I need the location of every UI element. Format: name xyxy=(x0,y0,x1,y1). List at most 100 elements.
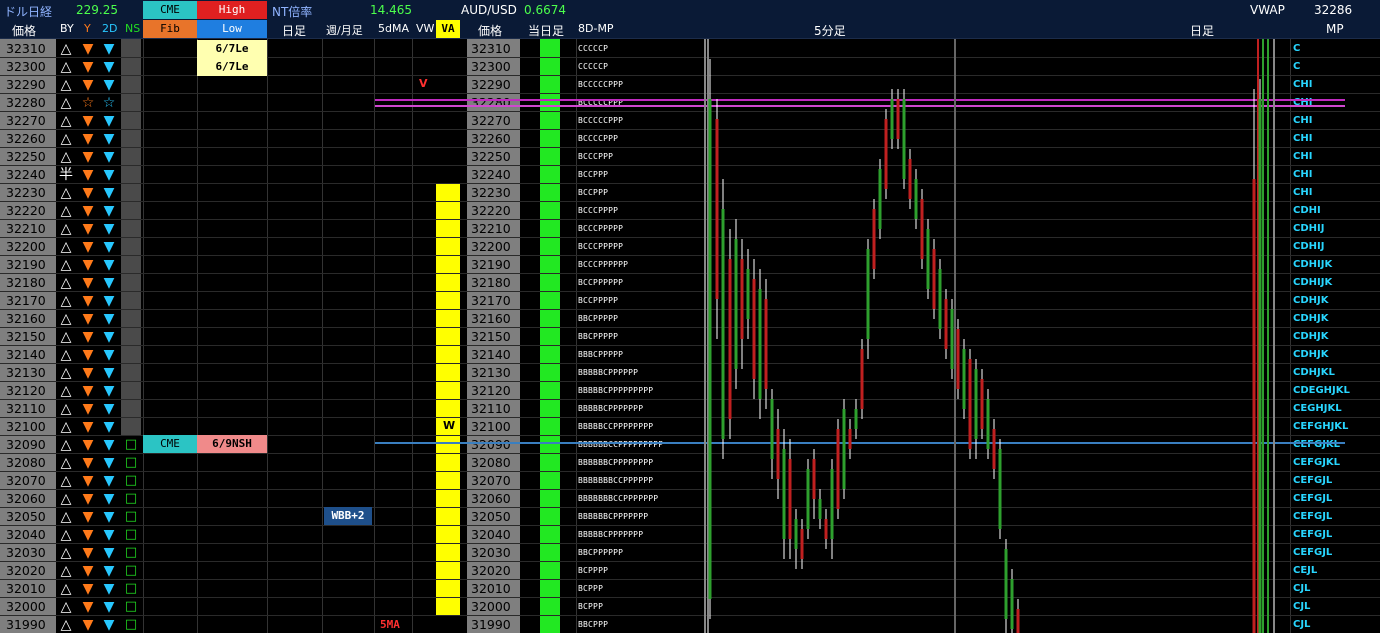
by-marker: △ xyxy=(60,347,72,363)
price-cell: 32090 xyxy=(6,437,46,452)
tag-6-9nsh: 6/9NSH xyxy=(197,435,267,453)
two-day-marker: ▼ xyxy=(103,401,115,417)
by-marker: △ xyxy=(60,491,72,507)
y-marker: ▼ xyxy=(82,257,94,273)
col-header-price2: 価格 xyxy=(478,24,503,38)
by-marker: △ xyxy=(60,473,72,489)
price-cell: 32200 xyxy=(6,239,46,254)
ns-marker: □ xyxy=(124,509,138,524)
col-header-2d: 2D xyxy=(102,22,118,35)
market-profile-8d: BCCPPP xyxy=(578,170,609,179)
low-tag: Low xyxy=(197,20,267,38)
by-marker: △ xyxy=(60,311,72,327)
price-cell-right: 32160 xyxy=(471,311,511,326)
by-marker: △ xyxy=(60,131,72,147)
five-minute-chart xyxy=(704,39,1275,633)
price-cell: 32080 xyxy=(6,455,46,470)
y-marker: ▼ xyxy=(82,401,94,417)
col-header-today: 当日足 xyxy=(528,24,565,38)
high-tag: High xyxy=(197,1,267,19)
y-marker: ▼ xyxy=(82,527,94,543)
price-cell-right: 32050 xyxy=(471,509,511,524)
y-marker: ▼ xyxy=(82,329,94,345)
ns-marker: □ xyxy=(124,437,138,452)
by-marker: △ xyxy=(60,203,72,219)
y-marker: ▼ xyxy=(82,167,94,183)
market-profile-8d: BBCPPPPP xyxy=(578,314,619,323)
price-cell-right: 32010 xyxy=(471,581,511,596)
by-marker: △ xyxy=(60,509,72,525)
y-marker: ▼ xyxy=(82,419,94,435)
market-profile-8d: BBBBBCCPPPPPPPP xyxy=(578,422,654,431)
price-cell: 32120 xyxy=(6,383,46,398)
two-day-marker: ▼ xyxy=(103,167,115,183)
ns-marker: □ xyxy=(124,545,138,560)
market-profile-8d: BBBBBBBCCPPPPPPP xyxy=(578,494,659,503)
by-marker: △ xyxy=(60,77,72,93)
by-marker: △ xyxy=(60,419,72,435)
market-profile-8d: BBBBBBCCPPPPPPPPP xyxy=(578,440,664,449)
two-day-marker: ▼ xyxy=(103,311,115,327)
two-day-marker: ▼ xyxy=(103,437,115,453)
y-marker: ▼ xyxy=(82,293,94,309)
price-cell: 32240 xyxy=(6,167,46,182)
y-marker: ▼ xyxy=(82,131,94,147)
tag-6-7le-1: 6/7Le xyxy=(197,40,267,58)
by-marker: △ xyxy=(60,293,72,309)
price-cell: 32280 xyxy=(6,95,46,110)
y-marker: ▼ xyxy=(82,347,94,363)
price-cell-right: 32060 xyxy=(471,491,511,506)
price-cell: 32000 xyxy=(6,599,46,614)
col-header-va: VA xyxy=(436,20,460,38)
col-header-price: 価格 xyxy=(12,24,37,38)
ns-marker: □ xyxy=(124,617,138,632)
price-cell-right: 32190 xyxy=(471,257,511,272)
by-marker: △ xyxy=(60,365,72,381)
market-profile-8d: BBBBBCPPPPPP xyxy=(578,368,639,377)
by-marker: △ xyxy=(60,275,72,291)
price-cell: 32130 xyxy=(6,365,46,380)
price-cell-right: 32270 xyxy=(471,113,511,128)
by-marker: △ xyxy=(60,95,72,111)
price-cell-right: 32310 xyxy=(471,41,511,56)
market-profile-8d: BCCPPPPPP xyxy=(578,278,624,287)
tag-wbb: WBB+2 xyxy=(324,507,372,525)
price-cell: 32250 xyxy=(6,149,46,164)
y-marker: ▼ xyxy=(82,221,94,237)
vwap-value: 32286 xyxy=(1314,3,1353,17)
price-cell: 32030 xyxy=(6,545,46,560)
y-marker: ▼ xyxy=(82,545,94,561)
market-profile-8d: BCPPP xyxy=(578,602,604,611)
two-day-marker: ▼ xyxy=(103,563,115,579)
price-cell: 32140 xyxy=(6,347,46,362)
by-marker: △ xyxy=(60,563,72,579)
two-day-marker: ▼ xyxy=(103,617,115,633)
two-day-marker: ▼ xyxy=(103,41,115,57)
price-cell: 32290 xyxy=(6,77,46,92)
price-cell-right: 32120 xyxy=(471,383,511,398)
price-cell: 32260 xyxy=(6,131,46,146)
by-marker: △ xyxy=(60,239,72,255)
price-cell: 32190 xyxy=(6,257,46,272)
price-cell: 32180 xyxy=(6,275,46,290)
tag-cme: CME xyxy=(143,435,197,453)
market-profile-8d: BBBBBCPPPPPPP xyxy=(578,404,644,413)
y-marker: ▼ xyxy=(82,437,94,453)
ns-marker: □ xyxy=(124,599,138,614)
two-day-marker: ▼ xyxy=(103,509,115,525)
col-header-8d-mp: 8D-MP xyxy=(578,22,614,35)
nt-ratio-label: NT倍率 xyxy=(272,5,313,19)
price-cell: 32230 xyxy=(6,185,46,200)
price-cell: 32070 xyxy=(6,473,46,488)
two-day-marker: ▼ xyxy=(103,131,115,147)
y-marker: ▼ xyxy=(82,239,94,255)
market-profile-8d: BCCCPPP xyxy=(578,152,614,161)
by-marker: △ xyxy=(60,41,72,57)
two-day-marker: ▼ xyxy=(103,59,115,75)
market-profile-8d: BBBBBBCPPPPPPPP xyxy=(578,458,654,467)
y-marker: ▼ xyxy=(82,509,94,525)
by-marker: △ xyxy=(60,527,72,543)
y-marker: ▼ xyxy=(82,383,94,399)
market-profile-8d: BCCCPPPPP xyxy=(578,242,624,251)
two-day-marker: ▼ xyxy=(103,545,115,561)
